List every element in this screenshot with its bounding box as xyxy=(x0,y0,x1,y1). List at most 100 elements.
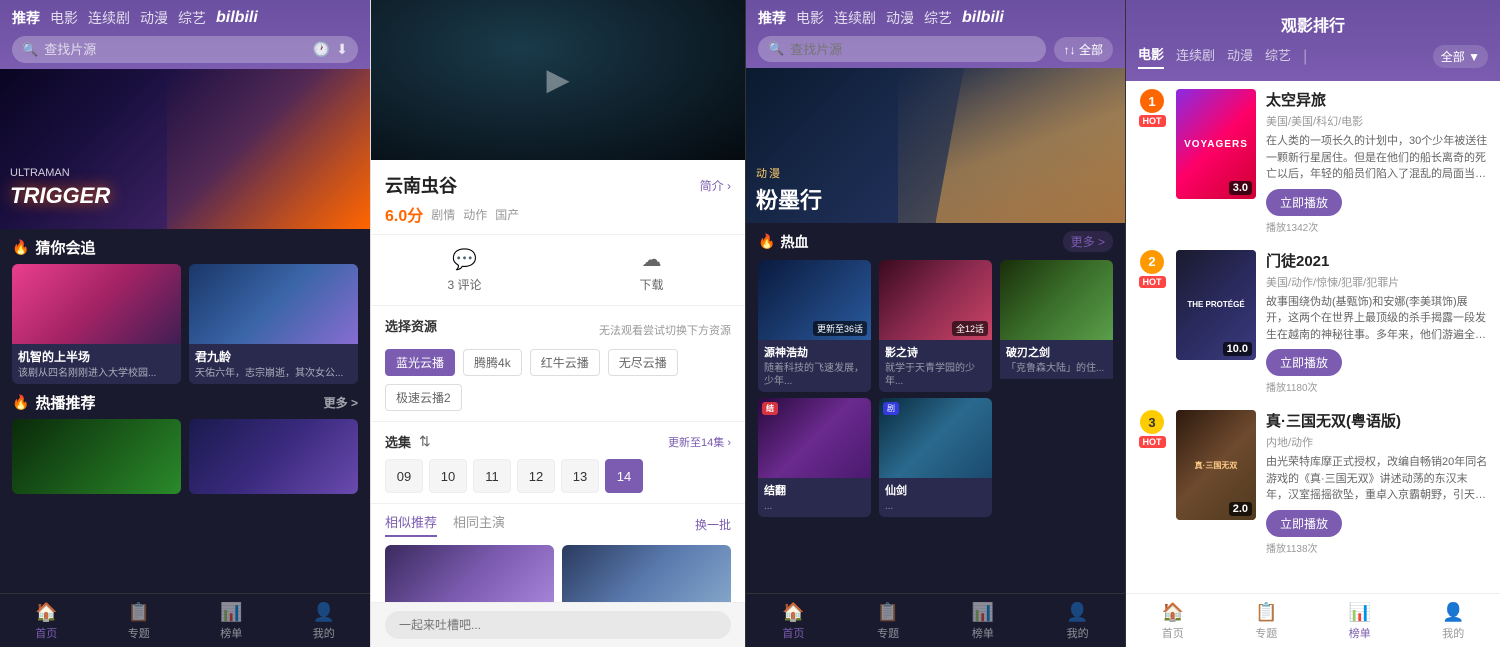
hot-card-2[interactable] xyxy=(189,419,358,494)
all-select[interactable]: 全部 ▼ xyxy=(1433,45,1488,68)
rank-tab-series[interactable]: 连续剧 xyxy=(1176,45,1215,68)
nav-series[interactable]: 连续剧 xyxy=(88,8,130,28)
source-tag-3[interactable]: 红牛云播 xyxy=(530,349,600,376)
rank-nav-rankings[interactable]: 📊 榜单 xyxy=(1313,594,1407,647)
anime-nav-series[interactable]: 连续剧 xyxy=(834,8,876,28)
card-title-2: 君九龄 xyxy=(195,348,352,365)
fire-icon-2: 🔥 xyxy=(12,394,29,411)
rank-plays-2: 播放1180次 xyxy=(1266,379,1488,394)
download-action[interactable]: ☁ 下载 xyxy=(558,247,745,293)
rank-tags-2: 美国/动作/惊悚/犯罪/犯罪片 xyxy=(1266,274,1488,290)
nav-rankings[interactable]: 📊 榜单 xyxy=(185,594,278,647)
rec-tab-similar[interactable]: 相似推荐 xyxy=(385,512,437,537)
nav-variety[interactable]: 综艺 xyxy=(178,8,206,28)
comment-input[interactable] xyxy=(385,611,731,639)
anime-nav-variety[interactable]: 综艺 xyxy=(924,8,952,28)
video-player[interactable]: ▶ xyxy=(371,0,745,160)
anime-search-row: 🔍 ↑↓ 全部 xyxy=(758,36,1113,62)
comment-action[interactable]: 💬 3 评论 xyxy=(371,247,558,293)
rec-tab-cast[interactable]: 相同主演 xyxy=(453,512,505,537)
nav-profile[interactable]: 👤 我的 xyxy=(278,594,371,647)
rank-play-btn-3[interactable]: 立即播放 xyxy=(1266,510,1342,537)
anime-nav-recommend[interactable]: 推荐 xyxy=(758,8,786,28)
anime-title-5: 仙剑 xyxy=(885,482,986,498)
rank-play-btn-2[interactable]: 立即播放 xyxy=(1266,349,1342,376)
rank-thumb-1[interactable]: VOYAGERS 3.0 xyxy=(1176,89,1256,199)
ep-sort-icon[interactable]: ⇅ xyxy=(419,433,431,450)
anime-more-link[interactable]: 更多 > xyxy=(1063,231,1113,252)
ep-btn-14[interactable]: 14 xyxy=(605,459,643,493)
rank-nav-topics[interactable]: 📋 专题 xyxy=(1220,594,1314,647)
nav-home[interactable]: 🏠 首页 xyxy=(0,594,93,647)
anime-card-3[interactable]: 破刃之剑 「克鲁森大陆」的住... xyxy=(1000,260,1113,392)
history-icon[interactable]: 🕐 xyxy=(313,41,330,58)
anime-rankings-icon: 📊 xyxy=(972,602,994,623)
anime-search-icon: 🔍 xyxy=(768,41,784,57)
anime-nav-rankings[interactable]: 📊 榜单 xyxy=(936,594,1031,647)
rank-home-icon: 🏠 xyxy=(1162,602,1184,623)
nav-bilibili[interactable]: bilbili xyxy=(216,9,258,27)
nav-recommend[interactable]: 推荐 xyxy=(12,8,40,28)
rank-nav-profile[interactable]: 👤 我的 xyxy=(1407,594,1500,647)
anime-card-5[interactable]: 剧 仙剑 ... xyxy=(879,398,992,517)
ep-btn-09[interactable]: 09 xyxy=(385,459,423,493)
anime-info-1: 源神浩劫 随着科技的飞速发展，少年... xyxy=(758,340,871,392)
recommend-card-1[interactable]: 机智的上半场 该剧从四名刚刚进入大学校园... xyxy=(12,264,181,384)
anime-banner[interactable]: 动漫 粉墨行 xyxy=(746,68,1125,223)
anime-desc-3: 「克鲁森大陆」的住... xyxy=(1006,362,1107,375)
anime-card-4[interactable]: 结 结翻 ... xyxy=(758,398,871,517)
card-thumb-2 xyxy=(189,264,358,344)
recommend-card-2[interactable]: 君九龄 天佑六年，志宗崩逝，其次女公... xyxy=(189,264,358,384)
anime-card-1[interactable]: 更新至36话 源神浩劫 随着科技的飞速发展，少年... xyxy=(758,260,871,392)
rank-topics-icon: 📋 xyxy=(1255,602,1277,623)
download-icon[interactable]: ⬇ xyxy=(336,41,348,58)
hot-card-1[interactable] xyxy=(12,419,181,494)
nav-movie[interactable]: 电影 xyxy=(50,8,78,28)
nav-anime[interactable]: 动漫 xyxy=(140,8,168,28)
nav-topics[interactable]: 📋 专题 xyxy=(93,594,186,647)
rank-tab-movie[interactable]: 电影 xyxy=(1138,44,1164,69)
filter-btn[interactable]: ↑↓ 全部 xyxy=(1054,37,1113,62)
brief-link[interactable]: 简介 › xyxy=(700,177,731,194)
anime-desc-1: 随着科技的飞速发展，少年... xyxy=(764,362,865,388)
anime-search-input[interactable] xyxy=(790,42,1035,57)
home-banner[interactable]: ULTRAMAN TRIGGER xyxy=(0,69,370,229)
rank-tab-variety[interactable]: 综艺 xyxy=(1265,45,1291,68)
rec-batch-btn[interactable]: 换一批 xyxy=(695,516,731,533)
rank-thumb-3[interactable]: 真·三国无双 2.0 xyxy=(1176,410,1256,520)
ep-btn-11[interactable]: 11 xyxy=(473,459,511,493)
anime-grid-2-wrapper: 结 结翻 ... 剧 仙剑 ... xyxy=(746,398,1125,525)
source-tag-2[interactable]: 腾腾4k xyxy=(463,349,522,376)
anime-nav-bilibili[interactable]: bilbili xyxy=(962,9,1004,27)
anime-nav-home[interactable]: 🏠 首页 xyxy=(746,594,841,647)
anime-card-2[interactable]: 全12话 影之诗 就学于天青学园的少年... xyxy=(879,260,992,392)
fire-icon-3: 🔥 xyxy=(758,233,775,250)
source-section: 选择资源 无法观看尝试切换下方资源 蓝光云播 腾腾4k 红牛云播 无尽云播 极速… xyxy=(371,306,745,422)
rank-nav-home[interactable]: 🏠 首页 xyxy=(1126,594,1220,647)
profile-icon: 👤 xyxy=(313,602,335,623)
rank-desc-2: 故事围绕伪劫(基甄饰)和安娜(李美琪饰)展开，这两个在世界上最顶级的杀手揭露一段… xyxy=(1266,294,1488,344)
rank-tab-anime[interactable]: 动漫 xyxy=(1227,45,1253,68)
video-tag-3: 国产 xyxy=(495,206,519,223)
search-bar[interactable]: 🔍 🕐 ⬇ xyxy=(12,36,358,63)
hot-thumb-2 xyxy=(189,419,358,494)
source-tag-5[interactable]: 极速云播2 xyxy=(385,384,462,411)
rank-desc-3: 由光荣特库摩正式授权，改编自畅销20年同名游戏的《真·三国无双》讲述动荡的东汉末… xyxy=(1266,454,1488,504)
source-tag-4[interactable]: 无尽云播 xyxy=(608,349,678,376)
source-tag-1[interactable]: 蓝光云播 xyxy=(385,349,455,376)
rank-item-1: 1 HOT VOYAGERS 3.0 太空异旅 美国/美国/科幻/电影 在人类的… xyxy=(1138,89,1488,234)
anime-search[interactable]: 🔍 xyxy=(758,36,1046,62)
anime-nav-anime[interactable]: 动漫 xyxy=(886,8,914,28)
rank-thumb-2[interactable]: THE PROTÉGÉ 10.0 xyxy=(1176,250,1256,360)
anime-nav-movie[interactable]: 电影 xyxy=(796,8,824,28)
rank-play-btn-1[interactable]: 立即播放 xyxy=(1266,189,1342,216)
ep-btn-10[interactable]: 10 xyxy=(429,459,467,493)
anime-nav-profile[interactable]: 👤 我的 xyxy=(1030,594,1125,647)
ep-update[interactable]: 更新至14集 › xyxy=(668,434,731,450)
search-input[interactable] xyxy=(44,42,307,57)
anime-nav-topics[interactable]: 📋 专题 xyxy=(841,594,936,647)
ep-btn-13[interactable]: 13 xyxy=(561,459,599,493)
ep-btn-12[interactable]: 12 xyxy=(517,459,555,493)
source-tags: 蓝光云播 腾腾4k 红牛云播 无尽云播 极速云播2 xyxy=(385,349,731,411)
hot-more-link[interactable]: 更多 > xyxy=(324,394,358,411)
